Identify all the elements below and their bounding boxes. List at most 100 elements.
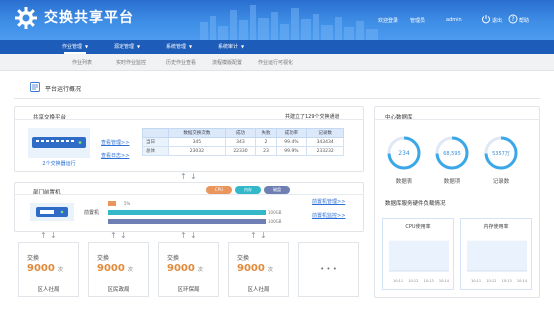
node-count: 9000 次	[167, 263, 203, 274]
table-cell: 343434	[306, 137, 344, 147]
node-name: 区民政局	[107, 287, 130, 293]
table-cell: 343	[224, 137, 257, 147]
svg-text:?: ?	[511, 16, 514, 23]
down-arrow-icon: ↓	[190, 231, 197, 240]
app-root: 交换共享平台 欢迎登录 管理员 admin 退出 ? 帮助 作业管理 ▼ 源定管…	[0, 0, 554, 313]
db-stat-value: 68,595	[443, 151, 461, 157]
table-header: 记录数	[306, 128, 344, 138]
node-count: 9000 次	[97, 263, 133, 274]
db-stat-label: 数据项	[443, 179, 461, 185]
subnav-history[interactable]: 历史作业查看	[166, 59, 196, 66]
city-skyline-graphic	[200, 5, 378, 40]
cpu-bar-label: 5%	[124, 201, 131, 206]
count-value: 9000	[237, 263, 265, 274]
node-count: 9000 次	[27, 263, 63, 274]
nav-item-source-management[interactable]: 源定管理 ▼	[114, 43, 140, 50]
main-nav: 作业管理 ▼ 源定管理 ▼ 系统管理 ▼ 系统审计 ▼	[0, 40, 554, 54]
x-tick: 10:13	[501, 279, 512, 283]
front-divider	[14, 194, 364, 195]
power-icon[interactable]	[481, 14, 491, 24]
subnav-job-visualization[interactable]: 作业运行可视化	[258, 59, 293, 66]
chart-title: CPU使用率	[405, 224, 431, 230]
help-icon[interactable]: ?	[508, 14, 518, 24]
dashboard-icon	[30, 82, 40, 92]
x-tick: 10:14	[516, 279, 527, 283]
count-value: 9000	[27, 263, 55, 274]
gear-logo-icon	[15, 7, 37, 29]
count-unit: 次	[197, 267, 203, 273]
node-card[interactable]: 交换 9000 次 区人社局	[228, 242, 289, 297]
x-tick: 10:12	[486, 279, 497, 283]
table-cell: 2	[255, 137, 277, 147]
node-card[interactable]: 交换 9000 次 区民政局	[88, 242, 149, 297]
front-device-label: 前置机	[84, 210, 100, 216]
table-header	[141, 128, 170, 138]
table-cell: 总体	[141, 146, 170, 156]
legend-disk: 磁盘	[264, 186, 290, 194]
chevron-down-icon: ▼	[241, 44, 245, 49]
table-cell: 23	[255, 146, 277, 156]
view-log-link[interactable]: 查看日志>>	[101, 152, 129, 159]
table-header: 数据交换次数	[168, 128, 226, 138]
nav-item-system-audit[interactable]: 系统审计 ▼	[218, 43, 244, 50]
db-stat-circle: 5357万	[484, 136, 518, 170]
sub-nav: 作业列表 实时作业监控 历史作业查看 流程模版配置 作业运行可视化	[0, 54, 554, 71]
table-cell: 99.4%	[275, 137, 308, 147]
memory-usage-chart: 内存使用率 10:11 10:12 10:13 10:14	[460, 218, 532, 290]
load-title: 数据库服务硬件负载情况	[385, 201, 446, 207]
db-stat-label: 记录数	[492, 179, 510, 185]
x-tick: 10:13	[423, 279, 434, 283]
table-header: 成功	[224, 128, 257, 138]
nav-item-system-management[interactable]: 系统管理 ▼	[166, 43, 192, 50]
exchange-divider	[14, 119, 364, 120]
subnav-job-list[interactable]: 作业列表	[72, 59, 92, 66]
username-link[interactable]: admin	[446, 17, 462, 23]
table-cell: 当日	[141, 137, 170, 147]
app-title: 交换共享平台	[44, 10, 134, 26]
nav-label: 系统审计	[218, 44, 239, 50]
front-monitor-link[interactable]: 前置机监控>>	[312, 212, 345, 219]
db-stat-label: 数据表	[395, 179, 413, 185]
disk-bar	[108, 219, 266, 224]
node-name: 区人社局	[247, 287, 270, 293]
down-arrow-icon: ↓	[50, 231, 57, 240]
node-name: 区人社局	[37, 287, 60, 293]
chevron-down-icon: ▼	[85, 44, 89, 49]
table-cell: 345	[168, 137, 226, 147]
chevron-down-icon: ▼	[189, 44, 193, 49]
down-arrow-icon: ↓	[120, 231, 127, 240]
more-ellipsis: • • •	[320, 265, 337, 273]
front-management-link[interactable]: 前置机管理>>	[312, 198, 345, 205]
chevron-down-icon: ▼	[137, 44, 141, 49]
node-label: 交换	[27, 255, 40, 262]
memory-chart-plot	[467, 240, 527, 272]
node-card[interactable]: 交换 9000 次 区人社局	[18, 242, 79, 297]
top-header: 交换共享平台 欢迎登录 管理员 admin 退出 ? 帮助	[0, 0, 554, 40]
help-link[interactable]: 帮助	[519, 17, 529, 24]
count-value: 9000	[97, 263, 125, 274]
memory-bar	[108, 210, 266, 215]
nav-label: 源定管理	[114, 44, 135, 50]
memory-bar-label: 100GB	[268, 210, 282, 215]
node-label: 交换	[237, 255, 250, 262]
cpu-usage-chart: CPU使用率 10:11 10:12 10:13 10:14	[382, 218, 454, 290]
section-divider	[14, 98, 540, 99]
up-arrow-icon: ↑	[180, 231, 187, 240]
db-stat-value: 5357万	[492, 151, 510, 157]
nav-label: 作业管理	[62, 44, 83, 50]
node-card-more[interactable]: • • •	[298, 242, 359, 297]
table-cell: 99.9%	[275, 146, 308, 156]
up-arrow-icon: ↑	[180, 172, 187, 181]
logout-link[interactable]: 退出	[492, 17, 502, 24]
subnav-flow-template[interactable]: 流程模版配置	[212, 59, 242, 66]
nav-item-job-management[interactable]: 作业管理 ▼	[62, 43, 89, 54]
up-arrow-icon: ↑	[110, 231, 117, 240]
node-card[interactable]: 交换 9000 次 区环保局	[158, 242, 219, 297]
subnav-realtime-monitor[interactable]: 实时作业监控	[116, 59, 146, 66]
db-stat-value: 234	[398, 150, 410, 157]
view-management-link[interactable]: 查看管理>>	[101, 139, 129, 146]
x-tick: 10:11	[471, 279, 482, 283]
up-arrow-icon: ↑	[40, 231, 47, 240]
table-cell: 23032	[168, 146, 226, 156]
x-tick: 10:12	[408, 279, 419, 283]
